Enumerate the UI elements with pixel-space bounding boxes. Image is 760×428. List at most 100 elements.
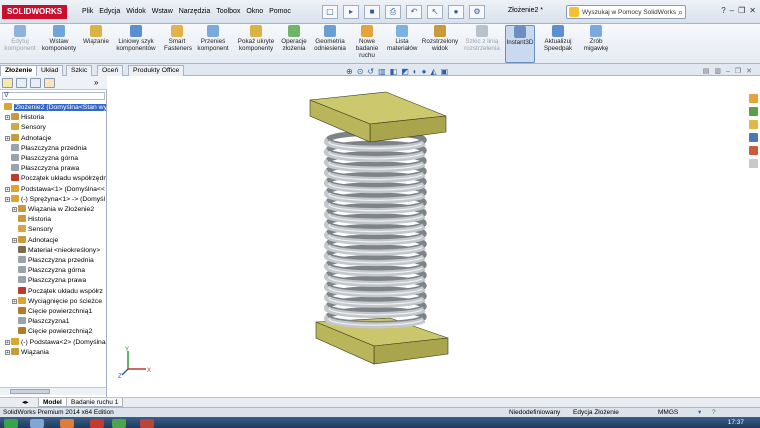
viewport-restore-icon[interactable]: ❐: [735, 67, 741, 77]
expand-toggle-icon[interactable]: +: [5, 186, 10, 192]
save-icon[interactable]: ■: [364, 5, 380, 19]
tree-item[interactable]: + Podstawa<1> (Domyślna<<: [5, 184, 105, 195]
tree-item[interactable]: Sensory: [18, 225, 53, 235]
tree-item[interactable]: + Wiązania: [5, 347, 49, 358]
viewport-minimize-icon[interactable]: –: [726, 67, 730, 77]
tree-item[interactable]: Początek układu współrz: [18, 286, 103, 297]
tree-item[interactable]: Cięcie powierzchnią1: [18, 307, 92, 317]
zoom-area-icon[interactable]: ⊙: [357, 67, 364, 77]
menu-item-okno[interactable]: Okno: [246, 5, 263, 19]
appearances-icon[interactable]: [749, 146, 758, 155]
resources-icon[interactable]: [749, 94, 758, 103]
ribbon-button-13[interactable]: Szkic z linią rozstrzelenia: [463, 25, 501, 63]
expand-toggle-icon[interactable]: +: [5, 349, 10, 355]
ribbon-button-7[interactable]: Pokaż ukryte komponenty: [236, 25, 276, 63]
design-library-icon[interactable]: [749, 107, 758, 116]
property-manager-icon[interactable]: [16, 78, 27, 88]
ribbon-button-2[interactable]: Wstaw komponenty: [40, 25, 78, 63]
tree-item[interactable]: + (-) Sprężyna<1> -> (Domyśl: [5, 194, 105, 205]
view-settings-icon[interactable]: ▣: [441, 67, 449, 77]
tree-item[interactable]: + Adnotacje: [5, 133, 51, 144]
menu-item-plik[interactable]: Plik: [82, 5, 93, 19]
menu-item-narzedzia[interactable]: Narzędzia: [179, 5, 211, 19]
hide-show-icon[interactable]: ◐: [413, 67, 418, 77]
ribbon-button-11[interactable]: Lista materiałów: [387, 25, 417, 63]
spring-coils[interactable]: [323, 130, 427, 329]
tree-item[interactable]: + Adnotacje: [12, 235, 58, 246]
tree-item[interactable]: Płaszczyzna przednia: [18, 256, 94, 266]
start-button-icon[interactable]: [4, 419, 18, 428]
file-explorer-icon[interactable]: [749, 120, 758, 129]
appearance-icon[interactable]: ●: [422, 67, 427, 77]
ribbon-button-5[interactable]: Smart Fasteners: [164, 25, 192, 63]
expand-toggle-icon[interactable]: +: [12, 207, 17, 213]
tab-model[interactable]: Model: [38, 398, 67, 407]
print-icon[interactable]: ⎙: [385, 5, 401, 19]
ribbon-button-8[interactable]: Operacje złożenia: [280, 25, 308, 63]
tree-filter-input[interactable]: ∇: [2, 92, 105, 100]
tree-item[interactable]: Materiał <nieokreślony>: [18, 245, 100, 256]
expand-toggle-icon[interactable]: +: [12, 298, 17, 304]
restore-icon[interactable]: ❐: [738, 5, 745, 17]
tree-item[interactable]: + (-) Podstawa<2> (Domyślna: [5, 337, 106, 348]
menu-item-edycja[interactable]: Edycja: [99, 5, 120, 19]
display-style-icon[interactable]: ◩: [401, 67, 409, 77]
minimize-icon[interactable]: –: [730, 5, 734, 17]
taskbar-solidworks-icon[interactable]: [90, 419, 104, 428]
units-dropdown-icon[interactable]: ▾: [698, 408, 701, 417]
tree-horizontal-scrollbar[interactable]: [0, 387, 106, 395]
scrollbar-thumb[interactable]: [10, 389, 50, 394]
spring-assembly-model[interactable]: [290, 82, 470, 392]
expand-icon[interactable]: »: [94, 78, 105, 88]
view-orientation-icon[interactable]: ◧: [390, 67, 398, 77]
tree-item[interactable]: Płaszczyzna górna: [11, 154, 78, 164]
feature-tree-icon[interactable]: [2, 78, 13, 88]
tree-item[interactable]: Płaszczyzna1: [18, 317, 70, 327]
expand-toggle-icon[interactable]: +: [5, 135, 10, 141]
expand-toggle-icon[interactable]: +: [5, 196, 10, 202]
new-icon[interactable]: ▢: [322, 5, 338, 19]
ribbon-button-1[interactable]: Edytuj komponent: [3, 25, 37, 63]
section-view-icon[interactable]: ▥: [378, 67, 386, 77]
taskbar-chrome-icon[interactable]: [112, 419, 126, 428]
tab-scroll-icon[interactable]: ◂▸: [18, 398, 33, 407]
ribbon-button-12[interactable]: Rozstrzelony widok: [421, 25, 459, 63]
tree-item[interactable]: Płaszczyzna prawa: [11, 164, 79, 174]
ribbon-button-4[interactable]: Liniowy szyk komponentów: [112, 25, 160, 63]
menu-item-widok[interactable]: Widok: [126, 5, 145, 19]
menu-item-toolbox[interactable]: Toolbox: [216, 5, 240, 19]
tab-ocen[interactable]: Oceń: [97, 65, 124, 76]
tree-item[interactable]: + Wiązania w Złożenie2: [12, 205, 94, 215]
status-units[interactable]: MMGS: [658, 408, 678, 417]
expand-toggle-icon[interactable]: +: [5, 339, 10, 345]
options-icon[interactable]: ⚙: [469, 5, 485, 19]
help-menu-icon[interactable]: ?: [721, 5, 725, 17]
rebuild-icon[interactable]: ●: [448, 5, 464, 19]
tree-item[interactable]: Płaszczyzna górna: [18, 266, 85, 276]
tree-item[interactable]: Cięcie powierzchnią2: [18, 327, 92, 337]
scene-icon[interactable]: ◭: [430, 67, 436, 77]
tree-item[interactable]: Sensory: [11, 123, 46, 133]
ribbon-button-10[interactable]: Nowe badanie ruchu: [352, 25, 382, 63]
undo-icon[interactable]: ↶: [406, 5, 422, 19]
display-manager-icon[interactable]: [44, 78, 55, 88]
taskbar-explorer-icon[interactable]: [30, 419, 44, 428]
ribbon-button-16[interactable]: Zrób migawkę: [581, 25, 611, 63]
search-input[interactable]: Wyszukaj w Pomocy SolidWorks: [582, 7, 676, 18]
ribbon-button-6[interactable]: Przenieś komponent: [194, 25, 232, 63]
tree-item[interactable]: Początek układu współrzędn: [11, 174, 106, 184]
taskbar-app-icon[interactable]: [140, 419, 154, 428]
ribbon-button-15[interactable]: Aktualizuj Speedpak: [540, 25, 576, 63]
ribbon-button-3[interactable]: Wiązanie: [82, 25, 110, 63]
ribbon-button-9[interactable]: Geometria odniesienia: [312, 25, 348, 63]
tree-item[interactable]: + Historia: [5, 113, 44, 123]
help-status-icon[interactable]: ?: [712, 408, 716, 417]
tree-item[interactable]: Historia: [18, 215, 51, 225]
taskbar-media-icon[interactable]: [60, 419, 74, 428]
expand-toggle-icon[interactable]: +: [12, 237, 17, 243]
custom-properties-icon[interactable]: [749, 159, 758, 168]
expand-toggle-icon[interactable]: +: [5, 115, 10, 121]
tree-item[interactable]: Płaszczyzna prawa: [18, 276, 86, 286]
search-icon[interactable]: ⌕: [678, 6, 683, 18]
view-palette-icon[interactable]: [749, 133, 758, 142]
